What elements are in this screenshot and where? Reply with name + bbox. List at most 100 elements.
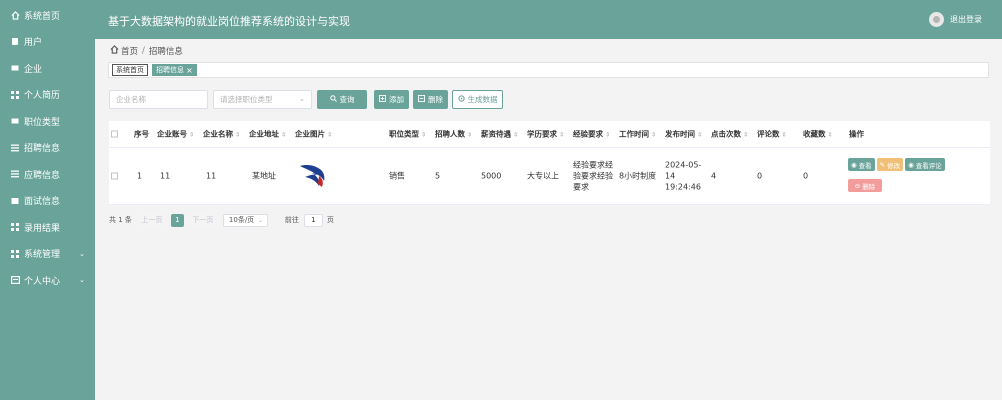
sort-icon: ⇕ bbox=[281, 131, 287, 139]
sidebar-item-label: 个人简历 bbox=[24, 91, 61, 102]
building-icon bbox=[10, 64, 20, 72]
sidebar-item-recruitment[interactable]: 招聘信息 bbox=[0, 135, 95, 162]
col-header-label: 点击次数 bbox=[711, 129, 741, 139]
row-job-type: 销售 bbox=[389, 171, 405, 181]
logout-link[interactable]: 退出登录 bbox=[950, 14, 982, 25]
col-header-label: 薪资待遇 bbox=[481, 129, 511, 139]
add-button[interactable]: 添加 bbox=[374, 89, 409, 109]
sidebar-item-resume[interactable]: 个人简历 bbox=[0, 82, 95, 109]
settings-icon bbox=[457, 94, 465, 104]
row-account: 11 bbox=[160, 171, 171, 181]
sort-icon: ⇕ bbox=[781, 131, 787, 139]
sidebar-item-application[interactable]: 应聘信息 bbox=[0, 161, 95, 188]
generate-data-button[interactable]: 生成数据 bbox=[452, 89, 503, 109]
tag-label: 系统首页 bbox=[116, 66, 144, 74]
tag-home[interactable]: 系统首页 bbox=[112, 64, 148, 76]
col-header-education[interactable]: 学历要求 ⇕ bbox=[527, 129, 564, 140]
col-header-actions: 操作 bbox=[849, 129, 864, 139]
select-all-checkbox[interactable] bbox=[111, 130, 118, 138]
tag-label: 招聘信息 bbox=[156, 66, 184, 74]
job-type-select[interactable]: 请选择职位类型 ⌄ bbox=[213, 89, 312, 109]
breadcrumb: 首页 / 招聘信息 bbox=[110, 45, 183, 57]
goto-page-input[interactable]: 1 bbox=[303, 213, 323, 227]
breadcrumb-current: 招聘信息 bbox=[148, 47, 183, 57]
sidebar-item-company[interactable]: 企业 bbox=[0, 55, 95, 82]
sidebar-item-system[interactable]: 系统管理 ⌄ bbox=[0, 241, 95, 268]
header-user-area: 退出登录 bbox=[929, 12, 982, 27]
company-logo-image bbox=[297, 160, 333, 192]
sidebar-item-interview[interactable]: 面试信息 bbox=[0, 188, 95, 215]
view-button[interactable]: ◉ 查看 bbox=[848, 158, 875, 171]
col-header-publish-time[interactable]: 发布时间 ⇕ bbox=[665, 129, 702, 140]
company-name-input[interactable]: 企业名称 bbox=[109, 89, 208, 109]
col-header-image[interactable]: 企业图片 ⇕ bbox=[295, 129, 332, 140]
sort-icon: ⇕ bbox=[559, 131, 565, 139]
row-actions: ◉ 查看 ✎ 修改 ◉ 查看评论 bbox=[848, 158, 945, 171]
breadcrumb-home[interactable]: 首页 bbox=[121, 45, 138, 57]
sort-icon: ⇕ bbox=[467, 131, 473, 139]
eye-icon: ◉ bbox=[851, 160, 857, 169]
chevron-down-icon: ⌄ bbox=[79, 276, 85, 285]
tags-bar: 系统首页 招聘信息 × bbox=[108, 62, 989, 78]
col-header-address[interactable]: 企业地址 ⇕ bbox=[249, 129, 286, 140]
id-card-icon bbox=[10, 276, 20, 285]
col-header-work-time[interactable]: 工作时间 ⇕ bbox=[619, 129, 656, 140]
document-icon bbox=[10, 197, 20, 205]
delete-button-label: 删除 bbox=[428, 94, 443, 104]
row-headcount: 5 bbox=[435, 171, 441, 181]
add-button-label: 添加 bbox=[389, 94, 404, 104]
view-comments-button[interactable]: ◉ 查看评论 bbox=[905, 158, 945, 171]
row-salary: 5000 bbox=[481, 171, 502, 181]
search-button[interactable]: 查询 bbox=[317, 89, 367, 109]
col-header-clicks[interactable]: 点击次数 ⇕ bbox=[711, 129, 748, 140]
view-comments-label: 查看评论 bbox=[915, 161, 942, 170]
job-type-placeholder: 请选择职位类型 bbox=[220, 94, 273, 104]
next-page-button[interactable]: 下一页 bbox=[190, 213, 215, 227]
page-size-select[interactable]: 10条/页 ⌄ bbox=[222, 213, 268, 227]
goto-label: 前往 bbox=[284, 216, 299, 224]
row-delete-button[interactable]: ⊖ 删除 bbox=[848, 179, 882, 192]
sidebar-item-label: 面试信息 bbox=[24, 197, 61, 208]
grid-icon bbox=[10, 249, 20, 258]
sort-icon: ⇕ bbox=[697, 131, 703, 139]
col-header-headcount[interactable]: 招聘人数 ⇕ bbox=[435, 129, 472, 140]
sidebar-item-label: 系统管理 bbox=[24, 250, 61, 261]
sort-icon: ⇕ bbox=[605, 131, 611, 139]
sidebar-item-profile[interactable]: 个人中心 ⌄ bbox=[0, 267, 95, 294]
row-clicks: 4 bbox=[711, 171, 717, 181]
eye-icon: ◉ bbox=[908, 160, 914, 169]
sidebar-item-users[interactable]: 用户 bbox=[0, 29, 95, 56]
sidebar-item-home[interactable]: 系统首页 bbox=[0, 2, 95, 29]
page-number-button[interactable]: 1 bbox=[170, 213, 184, 227]
col-header-favorites[interactable]: 收藏数 ⇕ bbox=[803, 129, 833, 140]
delete-button[interactable]: 删除 bbox=[413, 89, 448, 109]
sidebar-item-hire-result[interactable]: 录用结果 bbox=[0, 214, 95, 241]
col-header-job-type[interactable]: 职位类型 ⇕ bbox=[389, 129, 426, 140]
col-header-label: 企业名称 bbox=[203, 129, 233, 139]
plus-box-icon bbox=[379, 94, 386, 104]
close-icon[interactable]: × bbox=[186, 66, 193, 75]
breadcrumb-separator: / bbox=[142, 46, 145, 56]
tag-recruitment[interactable]: 招聘信息 × bbox=[152, 64, 197, 76]
col-header-name[interactable]: 企业名称 ⇕ bbox=[203, 129, 240, 140]
row-comments: 0 bbox=[757, 171, 763, 181]
col-header-account[interactable]: 企业账号 ⇕ bbox=[157, 129, 194, 140]
sidebar-item-job-type[interactable]: 职位类型 bbox=[0, 108, 95, 135]
col-header-salary[interactable]: 薪资待遇 ⇕ bbox=[481, 129, 518, 140]
prev-page-button[interactable]: 上一页 bbox=[139, 213, 164, 227]
col-header-label: 收藏数 bbox=[803, 129, 826, 139]
row-checkbox[interactable] bbox=[111, 172, 118, 180]
col-header-label: 职位类型 bbox=[389, 129, 419, 139]
sort-icon: ⇕ bbox=[651, 131, 657, 139]
col-header-comments[interactable]: 评论数 ⇕ bbox=[757, 129, 787, 140]
page-size-value: 10条/页 bbox=[228, 216, 255, 224]
sidebar-item-label: 录用结果 bbox=[24, 223, 61, 234]
col-header-experience[interactable]: 经验要求 ⇕ bbox=[573, 129, 610, 140]
grid-icon bbox=[10, 90, 20, 99]
col-header-label: 企业图片 bbox=[295, 129, 325, 139]
avatar[interactable] bbox=[929, 12, 944, 27]
col-header-label: 工作时间 bbox=[619, 129, 649, 139]
search-bar: 企业名称 请选择职位类型 ⌄ 查询 添加 删除 生成数据 bbox=[109, 89, 503, 109]
edit-button[interactable]: ✎ 修改 bbox=[876, 158, 904, 171]
app-title: 基于大数据架构的就业岗位推荐系统的设计与实现 bbox=[108, 15, 350, 28]
